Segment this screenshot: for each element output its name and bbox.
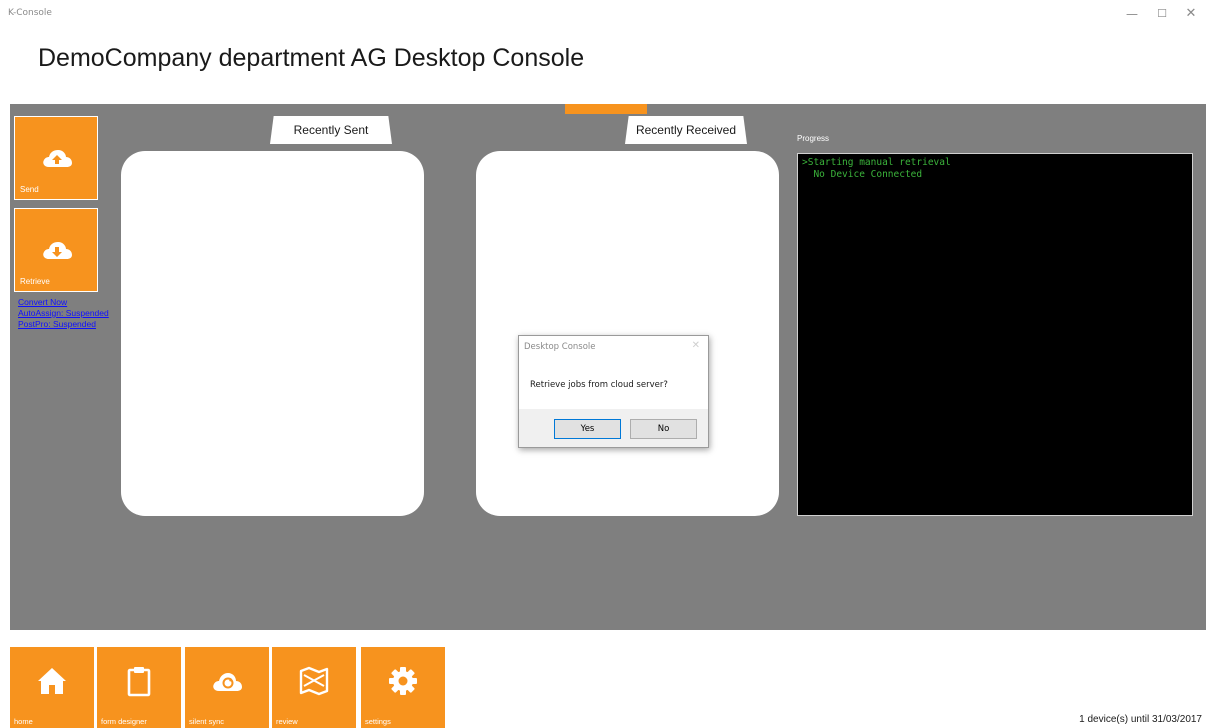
dialog-close-button[interactable]: ✕ [692, 340, 700, 351]
side-links: Convert Now AutoAssign: Suspended PostPr… [18, 297, 109, 330]
nav-settings[interactable]: settings [361, 647, 445, 728]
progress-console[interactable]: >Starting manual retrieval No Device Con… [797, 153, 1193, 516]
post-pro-link[interactable]: PostPro: Suspended [18, 319, 109, 330]
dialog-footer: Yes No [519, 409, 708, 447]
gear-icon [389, 667, 417, 695]
confirm-dialog: Desktop Console ✕ Retrieve jobs from clo… [518, 335, 709, 448]
recently-received-list[interactable] [476, 151, 779, 516]
cloud-upload-icon [43, 150, 72, 167]
nav-form-designer[interactable]: form designer [97, 647, 181, 728]
nav-settings-label: settings [365, 717, 391, 726]
auto-assign-link[interactable]: AutoAssign: Suspended [18, 308, 109, 319]
nav-silent-sync-label: silent sync [189, 717, 225, 726]
no-button[interactable]: No [630, 419, 697, 439]
progress-label: Progress [797, 134, 830, 143]
clipboard-icon [127, 667, 151, 697]
license-status: 1 device(s) until 31/03/2017 [1079, 714, 1202, 725]
send-button[interactable]: Send [14, 116, 98, 200]
nav-review-label: review [276, 717, 298, 726]
cloud-download-icon [43, 242, 72, 259]
maximize-button[interactable]: ☐ [1147, 4, 1177, 24]
recently-received-tab[interactable]: Recently Received [625, 116, 747, 144]
home-icon [38, 668, 66, 694]
retrieve-button[interactable]: Retrieve [14, 208, 98, 292]
map-icon [299, 666, 329, 696]
yes-button[interactable]: Yes [554, 419, 621, 439]
send-label: Send [20, 185, 39, 194]
dialog-message: Retrieve jobs from cloud server? [530, 380, 668, 390]
title-bar: K-Console — ☐ ✕ [0, 0, 1206, 28]
dialog-title: Desktop Console [524, 342, 596, 352]
page-title: DemoCompany department AG Desktop Consol… [38, 44, 585, 72]
retrieve-label: Retrieve [20, 277, 50, 286]
convert-now-link[interactable]: Convert Now [18, 297, 109, 308]
nav-review[interactable]: review [272, 647, 356, 728]
recently-sent-tab[interactable]: Recently Sent [270, 116, 392, 144]
nav-silent-sync[interactable]: silent sync [185, 647, 269, 728]
window-title: K-Console [8, 8, 52, 18]
nav-form-designer-label: form designer [101, 717, 147, 726]
nav-home-label: home [14, 717, 33, 726]
minimize-button[interactable]: — [1117, 4, 1147, 24]
close-button[interactable]: ✕ [1176, 4, 1206, 24]
nav-home[interactable]: home [10, 647, 94, 728]
recently-sent-list[interactable] [121, 151, 424, 516]
cloud-sync-icon [213, 673, 242, 691]
top-center-tab[interactable] [565, 104, 647, 114]
